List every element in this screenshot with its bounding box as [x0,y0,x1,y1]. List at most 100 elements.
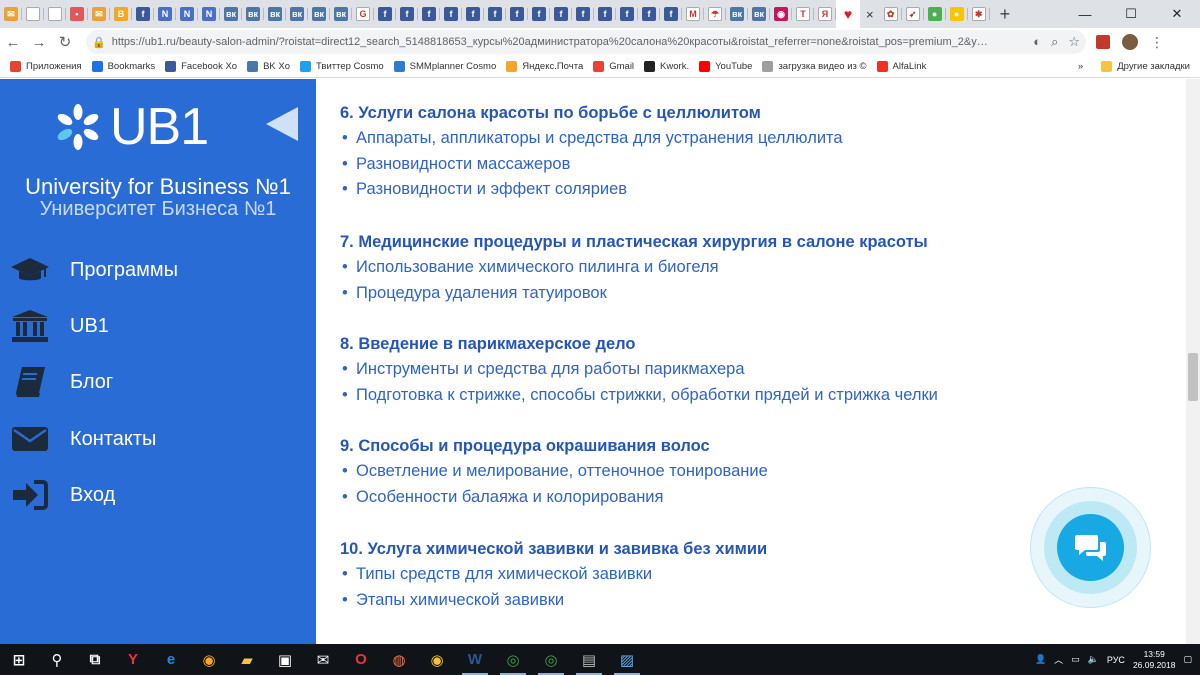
chrome-icon[interactable]: ◎ [494,644,532,675]
nav-item-login[interactable]: Вход [10,475,310,515]
network-icon[interactable]: ▭ [1071,654,1080,665]
bookmark-item[interactable]: Bookmarks [91,61,155,72]
browser-tab[interactable]: f [418,0,440,28]
browser-tab[interactable]: N [176,0,198,28]
zoom-icon[interactable]: ⌕ [1051,34,1058,50]
forward-button[interactable]: → [26,34,52,51]
browser-tab[interactable]: ➶ [902,0,924,28]
edge-icon[interactable]: e [152,644,190,675]
browser-tab[interactable] [22,0,44,28]
bookmark-item[interactable]: AlfaLink [876,61,926,72]
photos-icon[interactable]: ▨ [608,644,646,675]
close-tab-icon[interactable]: × [860,7,880,22]
bookmark-item[interactable]: загрузка видео из © [762,61,867,72]
nav-item-ub1[interactable]: UB1 [10,306,310,346]
extension-icon[interactable] [1096,35,1110,49]
browser-tab[interactable]: ◉ [770,0,792,28]
bookmark-item[interactable]: Твиттер Cosmo [300,61,384,72]
site-logo[interactable]: UB1 [52,101,209,153]
yandex-browser-icon[interactable]: Y [114,644,152,675]
file-explorer-icon[interactable]: ▰ [228,644,266,675]
browser-tab[interactable]: вк [264,0,286,28]
reload-button[interactable]: ↻ [52,33,78,51]
browser-tab[interactable]: f [638,0,660,28]
volume-icon[interactable]: 🔈 [1088,654,1099,665]
chat-button[interactable] [1057,514,1124,581]
browser-tab[interactable]: f [462,0,484,28]
windows-start-icon[interactable]: ⊞ [0,644,38,675]
bookmark-item[interactable]: Яндекс.Почта [506,61,583,72]
chrome-canary-icon[interactable]: ◉ [190,644,228,675]
close-window-button[interactable]: ✕ [1154,0,1200,28]
browser-tab[interactable]: B [110,0,132,28]
opera-icon[interactable]: O [342,644,380,675]
browser-tab[interactable]: f [594,0,616,28]
yandex-icon[interactable]: ◉ [418,644,456,675]
browser-tab[interactable]: вк [308,0,330,28]
browser-tab[interactable]: f [572,0,594,28]
browser-tab[interactable]: f [374,0,396,28]
browser-tab[interactable]: f [550,0,572,28]
new-tab-button[interactable]: + [990,4,1021,25]
browser-tab[interactable]: ☂ [704,0,726,28]
bookmark-star-icon[interactable]: ☆ [1068,34,1080,50]
avatar[interactable] [1122,34,1138,50]
back-button[interactable]: ← [0,34,26,51]
browser-tab[interactable]: f [132,0,154,28]
search-icon[interactable]: ⚲ [38,644,76,675]
page-scrollbar[interactable] [1186,79,1200,644]
language-indicator[interactable]: РУС [1107,655,1125,665]
browser-tab[interactable]: N [154,0,176,28]
collapse-sidebar-icon[interactable] [266,107,298,141]
browser-tab[interactable]: ● [946,0,968,28]
browser-tab[interactable]: ✉ [88,0,110,28]
browser-tab[interactable]: ● [924,0,946,28]
store-icon[interactable]: ▣ [266,644,304,675]
browser-tab[interactable]: f [484,0,506,28]
browser-tab[interactable]: • [66,0,88,28]
browser-tab[interactable]: f [528,0,550,28]
browser-tab[interactable] [44,0,66,28]
nav-item-programs[interactable]: Программы [10,250,310,290]
translate-icon[interactable]: ◐ [1033,34,1041,50]
bookmark-item[interactable]: SMMplanner Cosmo [393,61,496,72]
browser-tab[interactable]: вк [220,0,242,28]
browser-tab[interactable]: ✱ [968,0,990,28]
browser-tab[interactable]: f [506,0,528,28]
browser-tab[interactable]: ✿ [880,0,902,28]
menu-icon[interactable]: ⋮ [1150,34,1164,51]
browser-tab[interactable]: M [682,0,704,28]
chrome-icon[interactable]: ◎ [532,644,570,675]
bookmark-item[interactable]: Gmail [593,61,634,72]
bookmark-item[interactable]: BK Xo [247,61,290,72]
bookmark-item[interactable]: Приложения [10,61,82,72]
browser-tab[interactable]: f [440,0,462,28]
firefox-icon[interactable]: ◍ [380,644,418,675]
active-tab[interactable]: ♥ [836,0,860,28]
nav-item-blog[interactable]: Блог [10,362,310,402]
browser-tab[interactable]: Я [814,0,836,28]
tray-overflow-icon[interactable]: ︿ [1054,653,1063,666]
minimize-button[interactable]: — [1062,0,1108,28]
clock[interactable]: 13:59 26.09.2018 [1133,649,1176,671]
browser-tab[interactable]: T [792,0,814,28]
browser-tab[interactable]: вк [286,0,308,28]
task-view-icon[interactable]: ⧉ [76,644,114,675]
other-bookmarks[interactable]: Другие закладки [1101,61,1190,72]
bookmarks-overflow-button[interactable]: » [1078,61,1083,72]
browser-tab[interactable]: ✉ [0,0,22,28]
scrollbar-thumb[interactable] [1188,353,1198,401]
browser-tab[interactable]: f [396,0,418,28]
notifications-icon[interactable]: ▢ [1183,654,1192,665]
people-icon[interactable]: 👤 [1035,654,1046,665]
browser-tab[interactable]: вк [748,0,770,28]
browser-tab[interactable]: вк [242,0,264,28]
browser-tab[interactable]: G [352,0,374,28]
address-bar[interactable]: 🔒 https://ub1.ru/beauty-salon-admin/?roi… [86,30,1086,54]
browser-tab[interactable]: N [198,0,220,28]
browser-tab[interactable]: f [616,0,638,28]
network-app-icon[interactable]: ▤ [570,644,608,675]
mail-icon[interactable]: ✉ [304,644,342,675]
word-icon[interactable]: W [456,644,494,675]
bookmark-item[interactable]: YouTube [699,61,752,72]
